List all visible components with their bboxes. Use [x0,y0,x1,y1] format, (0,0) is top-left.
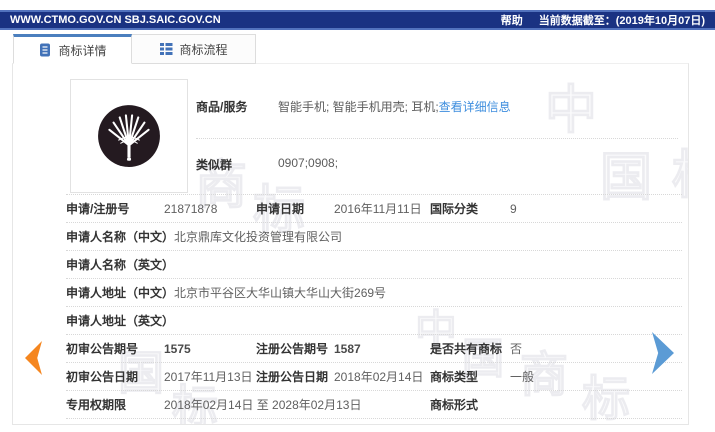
field-value: 2018年02月14日 至 2028年02月13日 [164,398,362,412]
table-row: 专用权期限 2018年02月14日 至 2028年02月13日 商标形式 [66,391,682,419]
field-value: 2016年11月11日 [334,202,422,216]
tab-trademark-details[interactable]: 商标详情 [13,34,132,64]
tab-label: 商标流程 [179,42,228,57]
field-value: 9 [510,201,517,216]
table-row: 初审公告期号 1575 注册公告期号 1587 是否共有商标 否 [66,335,682,363]
field-value: 1575 [164,341,191,356]
field-label: 国际分类 [430,202,479,216]
field-label: 是否共有商标 [430,342,503,356]
document-icon [40,43,51,57]
field-value: 一般 [510,370,535,384]
field-label: 申请人名称（中文） [66,230,175,244]
detail-table: 申请/注册号 21871878 申请日期 2016年11月11日 国际分类 9 … [13,194,688,419]
field-value: 北京市平谷区大华山镇大华山大街269号 [174,286,387,300]
similar-group-label: 类似群 [196,158,233,172]
field-label: 申请人名称（英文） [66,258,175,272]
field-value: 北京鼎库文化投资管理有限公司 [174,230,343,244]
top-bar: WWW.CTMO.GOV.CN SBJ.SAIC.GOV.CN 帮助 当前数据截… [0,10,715,30]
similar-group-row: 类似群 0907;0908; [196,156,338,173]
field-label: 注册公告期号 [256,342,329,356]
site-urls: WWW.CTMO.GOV.CN SBJ.SAIC.GOV.CN [10,14,221,26]
watermark-char: 中 [544,82,598,140]
field-label: 申请日期 [256,202,305,216]
field-label: 初审公告期号 [66,342,139,356]
table-row: 初审公告日期 2017年11月13日 注册公告日期 2018年02月14日 商标… [66,363,682,391]
table-row: 申请人名称（英文） [66,251,682,279]
field-label: 商标形式 [430,398,479,412]
table-row: 申请人地址（英文） [66,307,682,335]
goods-services-row: 商品/服务 智能手机; 智能手机用壳; 耳机; 查看详细信息 [196,98,511,115]
tab-label: 商标详情 [58,43,107,58]
field-value: 1587 [334,341,361,356]
table-row: 申请人名称（中文） 北京鼎库文化投资管理有限公司 [66,223,682,251]
view-detail-link[interactable]: 查看详细信息 [439,98,511,115]
goods-value: 智能手机; 智能手机用壳; 耳机; [278,100,439,114]
table-row: 申请/注册号 21871878 申请日期 2016年11月11日 国际分类 9 [66,194,682,223]
field-label: 专用权期限 [66,398,127,412]
trademark-detail-panel: 商 标 中 国 标 中 国 商 标 国 标 [12,63,689,425]
goods-label: 商品/服务 [196,100,248,114]
trademark-image-frame [70,79,188,193]
field-value: 2017年11月13日 [164,370,253,384]
field-label: 商标类型 [430,370,479,384]
tab-trademark-process[interactable]: 商标流程 [132,34,256,64]
field-value: 2018年02月14日 [334,370,424,384]
field-label: 申请人地址（中文） [66,286,175,300]
dotted-divider [196,138,678,139]
field-label: 申请/注册号 [66,202,130,216]
field-label: 申请人地址（英文） [66,314,175,328]
trademark-logo-image [98,105,160,167]
field-label: 初审公告日期 [66,370,139,384]
table-row: 申请人地址（中文） 北京市平谷区大华山镇大华山大街269号 [66,279,682,307]
help-link[interactable]: 帮助 [501,12,523,28]
data-current-date: 当前数据截至：(2019年10月07日) [538,15,705,27]
field-value: 21871878 [164,201,218,216]
list-icon [160,43,173,55]
similar-group-value: 0907;0908; [278,156,339,170]
tab-bar: 商标详情 商标流程 [13,34,256,64]
field-label: 注册公告日期 [256,370,329,384]
